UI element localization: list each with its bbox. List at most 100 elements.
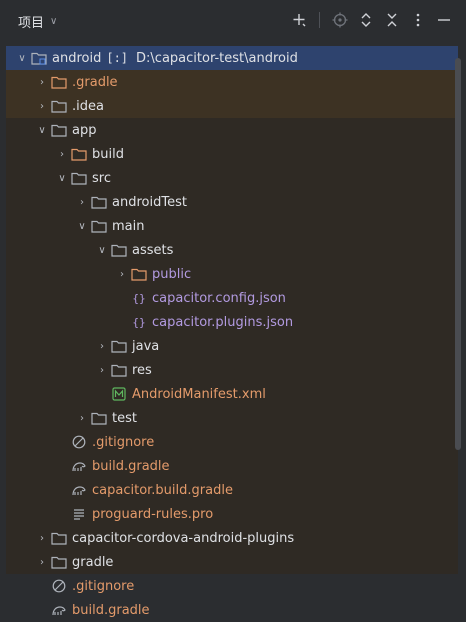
tree-label: .gradle — [72, 74, 118, 90]
tree-row-res[interactable]: › res — [6, 358, 458, 382]
tree-label: android — [52, 50, 102, 66]
tree-row-root-gitignore[interactable]: › .gitignore — [6, 574, 458, 598]
chevron-down-icon[interactable]: ∨ — [34, 125, 50, 136]
folder-icon — [50, 530, 68, 546]
chevron-down-icon[interactable]: ∨ — [74, 221, 90, 232]
chevron-right-icon[interactable]: › — [94, 365, 110, 376]
project-panel: 项目 ∨ ∨ android [:] D:\capacitor-test\and… — [0, 0, 466, 622]
tree-label: app — [72, 122, 97, 138]
header-toolbar — [291, 10, 452, 30]
tree-label: java — [132, 338, 160, 354]
ignore-file-icon — [70, 434, 88, 450]
chevron-right-icon[interactable]: › — [54, 149, 70, 160]
tree-label: androidTest — [112, 194, 187, 210]
tree-label: assets — [132, 242, 174, 258]
tree-row-java[interactable]: › java — [6, 334, 458, 358]
tree-label: gradle — [72, 554, 114, 570]
tree-label: test — [112, 410, 137, 426]
tree-row-app-build-gradle[interactable]: › build.gradle — [6, 454, 458, 478]
gradle-file-icon — [70, 482, 88, 498]
json-file-icon: {} — [132, 315, 146, 329]
panel-title: 项目 — [18, 16, 45, 31]
folder-icon — [90, 410, 108, 426]
tree-label: build.gradle — [92, 458, 170, 474]
tree-label: build — [92, 146, 124, 162]
chevron-right-icon[interactable]: › — [34, 77, 50, 88]
tree-row-src[interactable]: ∨ src — [6, 166, 458, 190]
minimize-icon[interactable] — [436, 10, 452, 30]
tree-row-gradle[interactable]: › gradle — [6, 550, 458, 574]
tree-label: main — [112, 218, 145, 234]
chevron-down-icon[interactable]: ∨ — [14, 53, 30, 64]
tree-row-gradle-dir[interactable]: › .gradle — [6, 70, 458, 94]
folder-icon — [110, 362, 128, 378]
chevron-right-icon[interactable]: › — [114, 269, 130, 280]
tree-row-public[interactable]: › public — [6, 262, 458, 286]
tree-row-android-root[interactable]: ∨ android [:] D:\capacitor-test\android — [6, 46, 458, 70]
tree-row-main[interactable]: ∨ main — [6, 214, 458, 238]
gradle-file-icon — [70, 458, 88, 474]
tree-label: capacitor.build.gradle — [92, 482, 233, 498]
tree-row-app-gitignore[interactable]: › .gitignore — [6, 430, 458, 454]
tree-row-root-build-gradle[interactable]: › build.gradle — [6, 598, 458, 622]
folder-icon — [50, 554, 68, 570]
panel-header: 项目 ∨ — [0, 0, 466, 42]
folder-icon — [130, 266, 148, 282]
tree-label: capacitor-cordova-android-plugins — [72, 530, 295, 546]
chevron-down-icon[interactable]: ∨ — [54, 173, 70, 184]
tree-row-cordova-plugins[interactable]: › capacitor-cordova-android-plugins — [6, 526, 458, 550]
chevron-down-icon[interactable]: ∨ — [94, 245, 110, 256]
folder-icon — [110, 338, 128, 354]
tree-row-capacitor-plugins[interactable]: › {} capacitor.plugins.json — [6, 310, 458, 334]
tree-label: AndroidManifest.xml — [132, 386, 266, 402]
chevron-right-icon[interactable]: › — [74, 197, 90, 208]
folder-icon — [50, 98, 68, 114]
tree-row-capacitor-build-gradle[interactable]: › capacitor.build.gradle — [6, 478, 458, 502]
more-icon[interactable] — [410, 10, 426, 30]
chevron-right-icon[interactable]: › — [94, 341, 110, 352]
tree-label: .idea — [72, 98, 104, 114]
module-folder-icon — [30, 50, 48, 66]
tree-row-build[interactable]: › build — [6, 142, 458, 166]
tree-label: .gitignore — [72, 578, 135, 594]
chevron-right-icon[interactable]: › — [34, 101, 50, 112]
folder-icon — [110, 242, 128, 258]
expand-all-icon[interactable] — [358, 10, 374, 30]
folder-icon — [90, 194, 108, 210]
manifest-file-icon — [110, 386, 128, 402]
folder-icon — [70, 170, 88, 186]
project-path: D:\capacitor-test\android — [136, 50, 298, 66]
project-view-selector[interactable]: 项目 ∨ — [18, 12, 57, 31]
tree-label: .gitignore — [92, 434, 155, 450]
folder-icon — [70, 146, 88, 162]
tree-row-manifest[interactable]: › AndroidManifest.xml — [6, 382, 458, 406]
text-file-icon — [70, 506, 88, 522]
chevron-right-icon[interactable]: › — [74, 413, 90, 424]
gradle-file-icon — [50, 602, 68, 618]
tree-row-idea[interactable]: › .idea — [6, 94, 458, 118]
tree-label: build.gradle — [72, 602, 150, 618]
ignore-file-icon — [50, 578, 68, 594]
tree-label: capacitor.plugins.json — [152, 314, 294, 330]
chevron-right-icon[interactable]: › — [34, 533, 50, 544]
tree-label: src — [92, 170, 111, 186]
json-file-icon: {} — [132, 291, 146, 305]
tree-row-androidtest[interactable]: › androidTest — [6, 190, 458, 214]
add-icon[interactable] — [291, 10, 307, 30]
locate-icon[interactable] — [332, 10, 348, 30]
tree-label: public — [152, 266, 192, 282]
chevron-right-icon[interactable]: › — [34, 557, 50, 568]
tree-label: capacitor.config.json — [152, 290, 286, 306]
tree-row-assets[interactable]: ∨ assets — [6, 238, 458, 262]
vertical-scrollbar[interactable] — [455, 58, 461, 450]
tree-row-app[interactable]: ∨ app — [6, 118, 458, 142]
tree-label: res — [132, 362, 152, 378]
tree-label: proguard-rules.pro — [92, 506, 214, 522]
tree-row-capacitor-config[interactable]: › {} capacitor.config.json — [6, 286, 458, 310]
module-marker: [:] — [106, 51, 129, 65]
tree-row-test[interactable]: › test — [6, 406, 458, 430]
collapse-all-icon[interactable] — [384, 10, 400, 30]
tree-row-proguard[interactable]: › proguard-rules.pro — [6, 502, 458, 526]
folder-icon — [50, 122, 68, 138]
folder-icon — [50, 74, 68, 90]
